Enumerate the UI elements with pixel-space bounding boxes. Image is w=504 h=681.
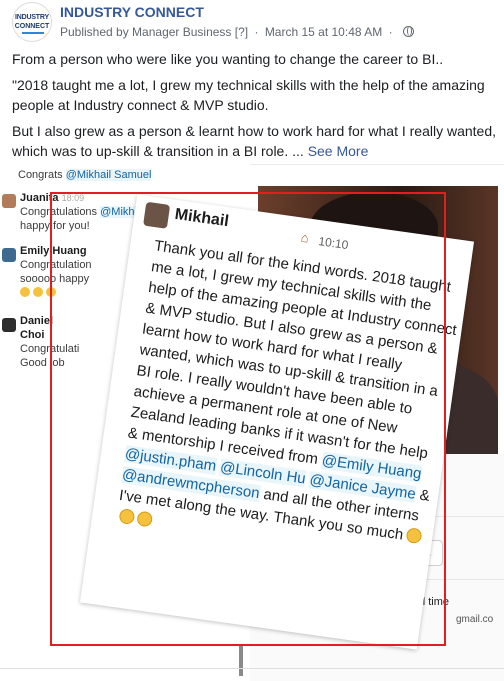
avatar-logo-line1: INDUSTRY — [15, 14, 49, 21]
see-more-link[interactable]: See More — [308, 143, 369, 159]
post-paragraph: "2018 taught me a lot, I grew my technic… — [12, 77, 485, 113]
avatar-logo-line2: CONNECT — [14, 23, 50, 30]
avatar — [2, 194, 16, 208]
page-name-link[interactable]: INDUSTRY CONNECT — [60, 4, 204, 20]
avatar-logo-bar — [22, 32, 44, 34]
meta-separator-2: · — [388, 25, 393, 39]
slack-line-congrats: Congrats @Mikhail Samuel — [18, 168, 152, 182]
post-header: INDUSTRY CONNECT INDUSTRY CONNECT Publis… — [0, 0, 504, 44]
post-text: From a person who were like you wanting … — [12, 49, 498, 167]
email-fragment: gmail.co — [456, 614, 494, 625]
globe-icon[interactable] — [402, 26, 414, 37]
post-paragraph: From a person who were like you wanting … — [12, 51, 444, 67]
avatar — [2, 318, 16, 332]
post-paragraph: But I also grew as a person & learnt how… — [12, 121, 498, 161]
party-emoji-icon — [20, 287, 30, 297]
scroll-handle[interactable] — [239, 646, 243, 676]
post-date-link[interactable]: March 15 at 10:48 AM — [265, 25, 382, 39]
help-link[interactable]: [?] — [235, 25, 248, 39]
avatar — [2, 248, 16, 262]
selection-box — [50, 192, 446, 646]
mention-tag: @Mikhail Samuel — [65, 169, 152, 181]
page-avatar[interactable]: INDUSTRY CONNECT — [12, 2, 52, 42]
post-paragraph-text: But I also grew as a person & learnt how… — [12, 123, 497, 159]
congrats-text: Congrats — [18, 169, 63, 181]
meta-separator: · — [254, 25, 259, 39]
post-meta: Published by Manager Business [?] · Marc… — [60, 25, 414, 39]
published-by: Published by Manager Business — [60, 25, 232, 39]
sender-name: Daniel Choi — [20, 315, 54, 341]
muscle-emoji-icon — [33, 287, 44, 297]
image-bottom-border — [0, 668, 504, 669]
post-image[interactable]: Congrats @Mikhail Samuel Juanita 18:09 C… — [0, 164, 504, 681]
